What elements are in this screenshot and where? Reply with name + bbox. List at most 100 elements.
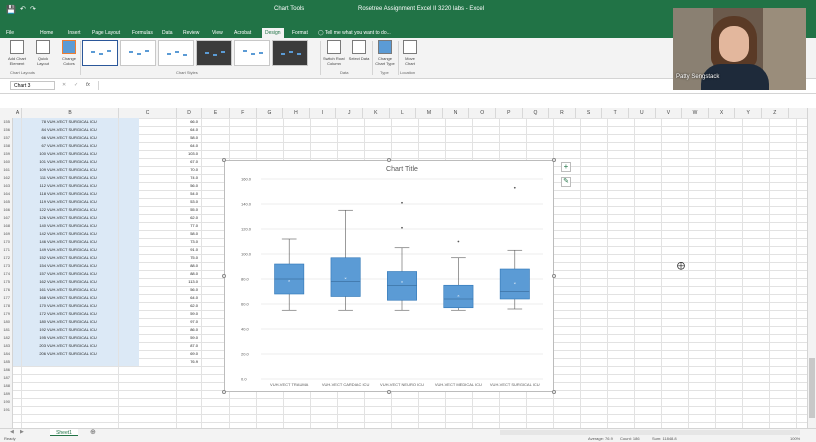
cell[interactable]: 62.0 (140, 214, 198, 222)
save-icon[interactable]: 💾 (6, 5, 16, 14)
column-header-m[interactable]: M (416, 108, 443, 118)
column-header-c[interactable]: C (119, 108, 177, 118)
cell[interactable] (140, 390, 198, 398)
cell[interactable]: 58.0 (140, 134, 198, 142)
cell[interactable]: 87.0 (140, 342, 198, 350)
cell[interactable]: 73.0 (140, 238, 198, 246)
cell[interactable]: VUH-VECT SURGICAL ICU (47, 158, 137, 166)
cell[interactable]: 113.0 (140, 278, 198, 286)
cell[interactable] (47, 406, 137, 414)
cell[interactable]: VUH-VECT SURGICAL ICU (47, 230, 137, 238)
column-header-g[interactable]: G (257, 108, 284, 118)
cell[interactable]: 162 (27, 278, 46, 286)
cell[interactable] (47, 366, 137, 374)
tab-insert[interactable]: Insert (68, 28, 81, 38)
row-header-163[interactable]: 163 (0, 182, 12, 190)
switch-row-column-button[interactable]: Switch Row/ Column (322, 40, 346, 68)
cell[interactable] (140, 406, 198, 414)
row-header-162[interactable]: 162 (0, 174, 12, 182)
cell[interactable]: 157 (27, 270, 46, 278)
undo-icon[interactable]: ↶ (20, 5, 26, 13)
cell[interactable]: 152 (27, 254, 46, 262)
column-header-n[interactable]: N (443, 108, 470, 118)
cell[interactable] (47, 358, 137, 366)
resize-handle[interactable] (222, 390, 226, 394)
column-header-v[interactable]: V (656, 108, 683, 118)
cell[interactable]: VUH-VECT SURGICAL ICU (47, 134, 137, 142)
cell[interactable]: 88.0 (140, 262, 198, 270)
cell[interactable]: 74.0 (140, 174, 198, 182)
cell[interactable] (47, 374, 137, 382)
row-header-190[interactable]: 190 (0, 398, 12, 406)
row-header-165[interactable]: 165 (0, 198, 12, 206)
cell[interactable]: 172 (27, 310, 46, 318)
column-header-y[interactable]: Y (735, 108, 762, 118)
row-header-158[interactable]: 158 (0, 142, 12, 150)
row-header-175[interactable]: 175 (0, 278, 12, 286)
column-header-e[interactable]: E (202, 108, 230, 118)
cell[interactable]: VUH-VECT SURGICAL ICU (47, 118, 137, 126)
cell[interactable] (140, 366, 198, 374)
column-header-k[interactable]: K (363, 108, 390, 118)
cell[interactable]: 119 (27, 198, 46, 206)
cell[interactable] (47, 390, 137, 398)
resize-handle[interactable] (552, 390, 556, 394)
cell[interactable]: VUH-VECT SURGICAL ICU (47, 198, 137, 206)
cell[interactable]: 112 (27, 182, 46, 190)
row-header-160[interactable]: 160 (0, 158, 12, 166)
redo-icon[interactable]: ↷ (30, 5, 36, 13)
cell[interactable]: 180 (27, 318, 46, 326)
cell[interactable]: 97.0 (140, 318, 198, 326)
cell[interactable]: VUH-VECT SURGICAL ICU (47, 174, 137, 182)
resize-handle[interactable] (387, 158, 391, 162)
row-header-170[interactable]: 170 (0, 238, 12, 246)
cell[interactable]: 126 (27, 214, 46, 222)
cell[interactable]: 154 (27, 262, 46, 270)
cell[interactable]: 54.0 (140, 190, 198, 198)
cell[interactable] (27, 358, 46, 366)
next-sheet-icon[interactable]: ▶ (20, 429, 24, 435)
cell[interactable]: 75.0 (140, 254, 198, 262)
cell[interactable]: 142 (27, 230, 46, 238)
column-header-a[interactable]: A (14, 108, 22, 118)
cell[interactable] (47, 382, 137, 390)
row-header-189[interactable]: 189 (0, 390, 12, 398)
cell[interactable]: 111 (27, 174, 46, 182)
chart-style-3[interactable] (158, 40, 194, 66)
cell[interactable]: 161 (27, 286, 46, 294)
row-header-161[interactable]: 161 (0, 166, 12, 174)
column-header-i[interactable]: I (310, 108, 337, 118)
cell[interactable]: VUH-VECT SURGICAL ICU (47, 246, 137, 254)
cell[interactable]: VUH-VECT SURGICAL ICU (47, 166, 137, 174)
cell[interactable]: 59.0 (140, 310, 198, 318)
row-header-168[interactable]: 168 (0, 222, 12, 230)
cell[interactable] (140, 374, 198, 382)
cell[interactable]: 192 (27, 326, 46, 334)
cell[interactable]: VUH-VECT SURGICAL ICU (47, 270, 137, 278)
fx-icon[interactable]: fx (86, 82, 90, 88)
cell[interactable]: VUH-VECT SURGICAL ICU (47, 318, 137, 326)
row-header-166[interactable]: 166 (0, 206, 12, 214)
tab-data[interactable]: Data (162, 28, 173, 38)
vertical-scrollbar[interactable] (807, 108, 816, 428)
cell[interactable]: 109 (27, 166, 46, 174)
move-chart-button[interactable]: Move Chart (400, 40, 420, 68)
chart-elements-plus-icon[interactable]: + (561, 162, 571, 172)
tab-format[interactable]: Format (292, 28, 308, 38)
cell[interactable]: VUH-VECT SURGICAL ICU (47, 342, 137, 350)
cell[interactable]: 88.0 (140, 270, 198, 278)
row-header-187[interactable]: 187 (0, 374, 12, 382)
cell[interactable]: 56.0 (140, 182, 198, 190)
zoom-level[interactable]: 100% (790, 436, 800, 442)
prev-sheet-icon[interactable]: ◀ (10, 429, 14, 435)
cell[interactable]: VUH-VECT SURGICAL ICU (47, 278, 137, 286)
tab-design[interactable]: Design (262, 28, 284, 38)
new-sheet-icon[interactable]: ⊕ (90, 428, 96, 436)
row-header-159[interactable]: 159 (0, 150, 12, 158)
cell[interactable]: 77.0 (140, 222, 198, 230)
box-whisker-chart[interactable]: Chart Title 0.0 20.0 40.0 60.0 80.0 100.0 120.0… (224, 160, 554, 392)
cell[interactable] (27, 390, 46, 398)
row-header-173[interactable]: 173 (0, 262, 12, 270)
row-header-157[interactable]: 157 (0, 134, 12, 142)
cell[interactable]: 66.0 (140, 118, 198, 126)
